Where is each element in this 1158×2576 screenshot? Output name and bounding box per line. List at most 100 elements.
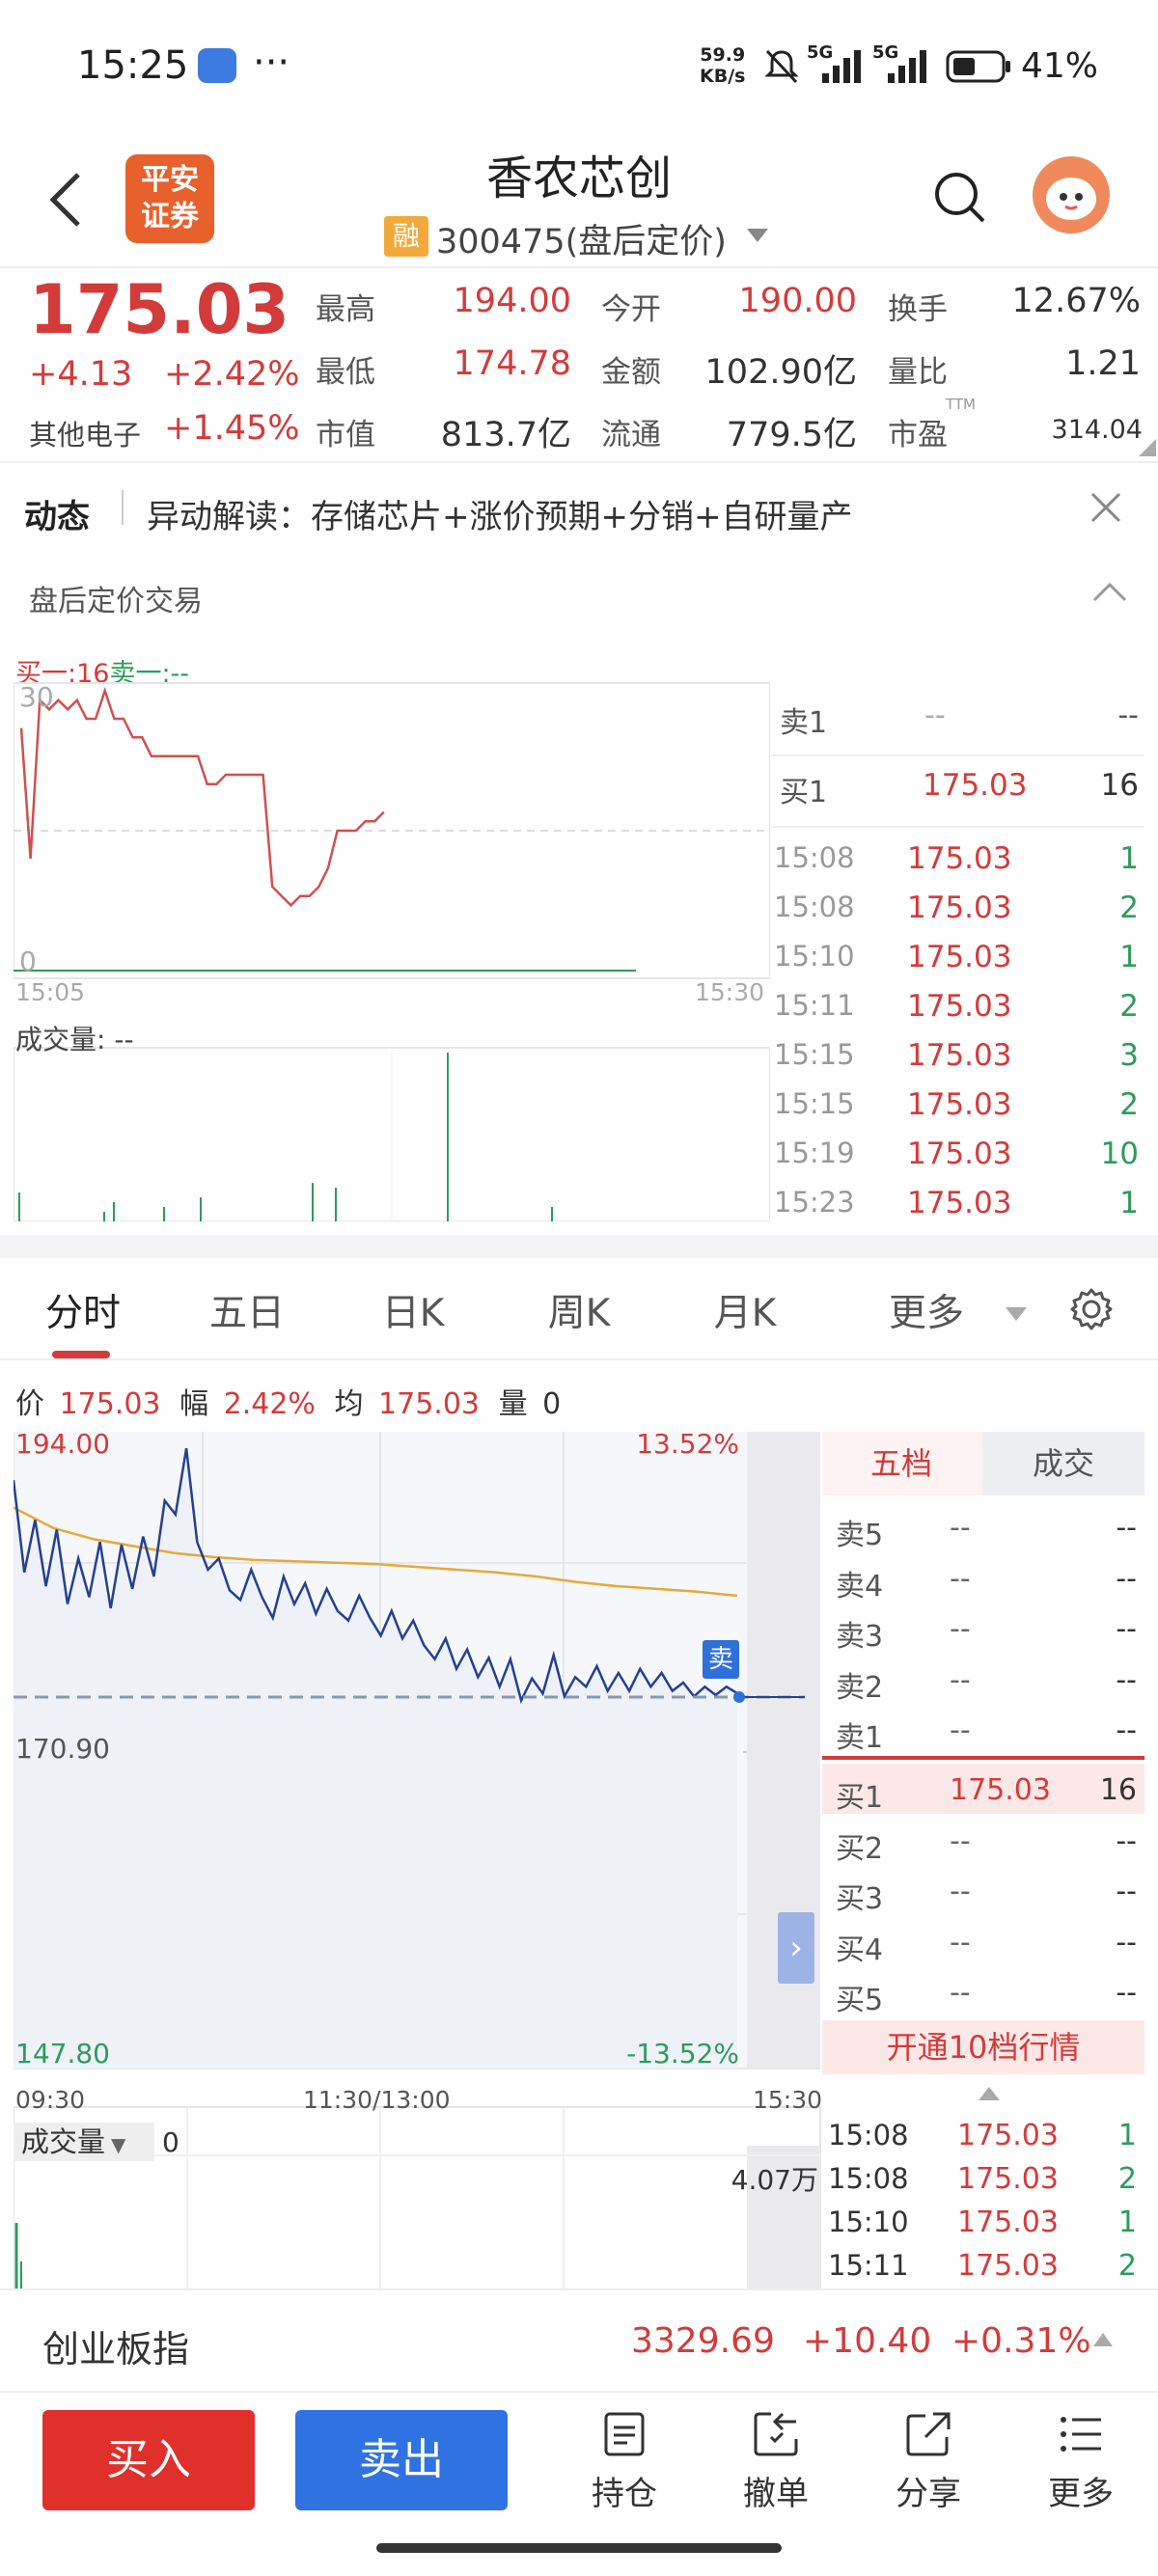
depth-trade-vol: 1 xyxy=(1117,2119,1137,2152)
tabs-divider xyxy=(0,1358,1158,1360)
price-change: +4.13 xyxy=(29,355,133,394)
expand-corner-icon[interactable] xyxy=(1139,439,1156,456)
mcap-value: 813.7亿 xyxy=(440,416,571,454)
depth-price: -- xyxy=(950,1561,971,1596)
index-up-caret-icon xyxy=(1093,2333,1113,2346)
index-bar[interactable]: 创业板指 3329.69 +10.40 +0.31% xyxy=(0,2290,1158,2391)
pe-label: 市盈 xyxy=(888,418,948,452)
turnover-value: 12.67% xyxy=(1011,282,1141,320)
assistant-avatar-icon[interactable] xyxy=(1031,154,1112,235)
signal-1-icon xyxy=(822,50,861,83)
more-dots-icon: ··· xyxy=(253,41,290,85)
open-10-level-button[interactable]: 开通10档行情 xyxy=(822,2020,1144,2074)
depth-price: -- xyxy=(950,1713,971,1747)
search-icon[interactable] xyxy=(931,169,989,227)
sector-name[interactable]: 其他电子 xyxy=(29,413,141,453)
dropdown-caret-icon[interactable] xyxy=(745,226,770,245)
tab-4[interactable]: 月K xyxy=(697,1283,793,1337)
amount-label: 金额 xyxy=(601,355,661,390)
ah-buy1-vol: 16 xyxy=(1100,768,1139,803)
amount-value: 102.90亿 xyxy=(704,353,857,392)
cancel-order-icon xyxy=(754,2412,798,2456)
depth-row: 卖5 -- -- xyxy=(822,1501,1144,1552)
ah-vol-label: 成交量: -- xyxy=(15,1024,134,1055)
depth-trade-row: 15:08 175.03 2 xyxy=(822,2156,1144,2200)
ah-trade-vol: 2 xyxy=(1119,1087,1139,1122)
expand-panel-button[interactable]: › xyxy=(778,1912,814,1984)
sell-marker-tag: 卖 xyxy=(703,1640,739,1679)
vol-ratio-label: 量比 xyxy=(888,355,948,390)
ah-x-start: 15:05 xyxy=(15,978,86,1006)
news-separator xyxy=(122,490,124,525)
ah-buy1-price: 175.03 xyxy=(923,768,1028,803)
settings-gear-icon[interactable] xyxy=(1069,1287,1114,1331)
share-button[interactable]: 分享 xyxy=(878,2410,979,2514)
stock-code[interactable]: 300475(盘后定价) xyxy=(436,214,727,263)
depth-vol: -- xyxy=(1116,1612,1137,1646)
close-icon[interactable] xyxy=(1089,490,1123,525)
depth-vol: -- xyxy=(1116,1662,1137,1697)
info-vol-label: 量 xyxy=(498,1387,528,1421)
vol-max: 4.07万 xyxy=(731,2164,818,2196)
ah-trade-price: 175.03 xyxy=(907,891,1012,925)
vol-indicator-select[interactable]: 成交量 ▼ xyxy=(14,2123,154,2161)
more-button[interactable]: 更多 xyxy=(1031,2410,1131,2514)
intraday-ymin: 147.80 xyxy=(15,2038,110,2069)
bottom-divider xyxy=(0,2391,1158,2393)
depth-row: 卖4 -- -- xyxy=(822,1552,1144,1603)
sell-button[interactable]: 卖出 xyxy=(295,2410,508,2510)
depth-price: -- xyxy=(950,1612,971,1646)
depth-vol: -- xyxy=(1116,1976,1137,2010)
intraday-ymid: 170.90 xyxy=(15,1733,110,1765)
depth-vol: -- xyxy=(1116,1561,1137,1596)
scroll-up-caret-icon[interactable] xyxy=(977,2084,1002,2103)
ah-trade-time: 15:15 xyxy=(774,1087,855,1120)
depth-trade-time: 15:08 xyxy=(828,2162,909,2195)
depth-tab-trade[interactable]: 成交 xyxy=(982,1432,1144,1495)
ah-sell1-label: 卖1 xyxy=(780,706,828,740)
depth-row: 买1 175.03 16 xyxy=(822,1764,1144,1815)
ah-trade-row: 15:15 175.03 3 xyxy=(772,1028,1144,1078)
tab-5[interactable]: 更多 xyxy=(878,1283,975,1337)
depth-tab-trade-label: 成交 xyxy=(1032,1445,1094,1482)
tab-active-indicator xyxy=(52,1351,110,1358)
ah-ymin: 0 xyxy=(19,945,37,977)
depth-price: -- xyxy=(950,1511,971,1545)
ah-trade-vol: 3 xyxy=(1119,1038,1139,1073)
depth-trade-price: 175.03 xyxy=(957,2162,1059,2196)
tab-1[interactable]: 五日 xyxy=(199,1283,295,1337)
intraday-x-start: 09:30 xyxy=(15,2086,86,2114)
after-hours-title: 盘后定价交易 xyxy=(29,585,203,618)
tab-3[interactable]: 周K xyxy=(531,1283,627,1337)
ah-trade-vol: 1 xyxy=(1119,1186,1139,1220)
vol-indicator-value: 0 xyxy=(162,2126,179,2158)
buy-button[interactable]: 买入 xyxy=(42,2410,255,2510)
depth-trade-row: 15:10 175.03 1 xyxy=(822,2200,1144,2243)
more-label: 更多 xyxy=(1048,2475,1114,2513)
depth-tab-five-label: 五档 xyxy=(869,1445,932,1482)
ah-trade-price: 175.03 xyxy=(907,940,1012,974)
tab-2[interactable]: 日K xyxy=(365,1283,461,1337)
tab-0[interactable]: 分时 xyxy=(35,1283,131,1337)
ah-trade-row: 15:19 175.03 10 xyxy=(772,1127,1144,1176)
pe-ttm-sup: TTM xyxy=(946,396,977,413)
news-text[interactable]: 异动解读：存储芯片+涨价预期+分销+自研量产 xyxy=(147,490,852,537)
ah-book-divider xyxy=(772,754,1144,756)
vol-ratio-value: 1.21 xyxy=(1065,344,1141,383)
ah-price-line xyxy=(19,687,385,908)
net-speed-unit: KB/s xyxy=(700,66,746,87)
cancel-order-button[interactable]: 撤单 xyxy=(726,2410,826,2514)
margin-badge: 融 xyxy=(384,216,428,257)
header-divider xyxy=(0,266,1158,268)
share-icon xyxy=(906,2412,951,2456)
depth-price: -- xyxy=(950,1925,971,1959)
depth-trade-row: 15:11 175.03 2 xyxy=(822,2243,1144,2287)
more-caret-icon[interactable] xyxy=(1004,1304,1029,1324)
quote-divider xyxy=(0,461,1158,463)
hold-button[interactable]: 持仓 xyxy=(574,2410,675,2514)
ah-trade-price: 175.03 xyxy=(907,1087,1012,1122)
collapse-chevron-icon[interactable] xyxy=(1090,579,1129,604)
open-label: 今开 xyxy=(601,292,661,327)
ah-trade-price: 175.03 xyxy=(907,1137,1012,1171)
depth-label: 买1 xyxy=(836,1781,884,1815)
